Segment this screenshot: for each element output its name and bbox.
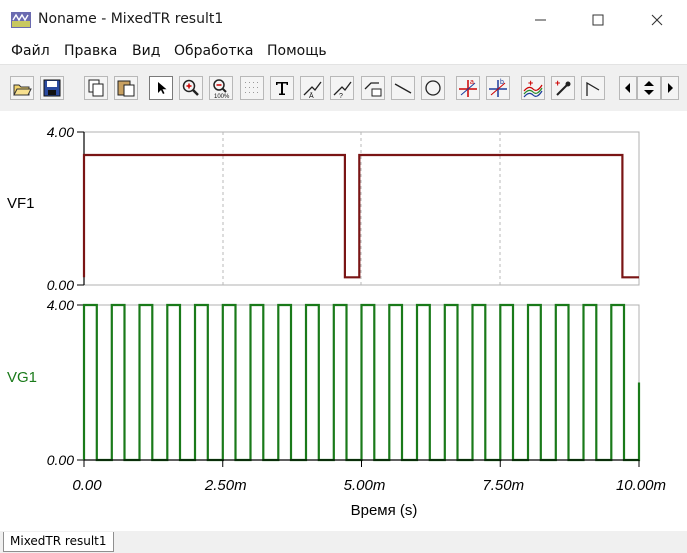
tool-a-icon: Ā <box>303 81 322 99</box>
zoom-100-icon: 100% <box>213 79 230 99</box>
tool-a-button[interactable]: Ā <box>300 76 324 100</box>
y-tick-label-top-vg1: 4.00 <box>47 297 74 313</box>
save-icon <box>43 79 61 97</box>
grid-icon <box>245 82 258 93</box>
y-tick-label-bottom-vf1: 0.00 <box>47 277 74 293</box>
nav-left-button[interactable] <box>619 76 637 100</box>
ellipse-icon <box>425 80 441 96</box>
y-tick-label-top-vf1: 4.00 <box>47 124 74 140</box>
x-tick-label: 5.00m <box>344 477 386 494</box>
app-icon <box>11 12 31 28</box>
window-title: Noname - MixedTR result1 <box>38 11 224 27</box>
menu-file[interactable]: Файл <box>11 43 50 59</box>
x-tick-label: 2.50m <box>204 477 247 494</box>
series-label-vg1: VG1 <box>7 369 37 386</box>
picker-button[interactable]: + <box>551 76 575 100</box>
series-label-vf1: VF1 <box>7 195 35 212</box>
copy-icon <box>88 79 104 97</box>
pointer-icon <box>158 82 167 94</box>
svg-text:b: b <box>500 79 504 86</box>
toolbar: 100% Ā ? a b + + <box>0 64 687 112</box>
ellipse-button[interactable] <box>421 76 445 100</box>
nav-right-icon <box>668 83 673 93</box>
svg-text:?: ? <box>339 93 343 99</box>
nav-updown-button[interactable] <box>637 76 661 100</box>
zoom-in-button[interactable] <box>179 76 203 100</box>
svg-text:Ā: Ā <box>309 92 314 99</box>
grid-button[interactable] <box>240 76 264 100</box>
curves-button[interactable]: + <box>521 76 545 100</box>
paste-icon <box>117 80 135 97</box>
result-tab[interactable]: MixedTR result1 <box>3 532 114 552</box>
waveform-chart[interactable]: 4.00 0.00 VF1 4.00 0.00 VG1 0.00 2.50m 5.0… <box>0 111 687 531</box>
menu-edit[interactable]: Правка <box>64 43 117 59</box>
cursor-a-button[interactable]: a <box>456 76 480 100</box>
angle-button[interactable] <box>581 76 605 100</box>
y-tick-label-bottom-vg1: 0.00 <box>47 452 74 468</box>
x-axis-label: Время (s) <box>351 502 418 519</box>
maximize-button[interactable] <box>569 0 627 40</box>
menu-help[interactable]: Помощь <box>267 43 327 59</box>
tool-b-button[interactable]: ? <box>330 76 354 100</box>
cursor-b-icon: b <box>489 79 507 97</box>
pointer-button[interactable] <box>149 76 173 100</box>
title-bar: Noname - MixedTR result1 <box>0 0 687 40</box>
text-icon <box>276 82 288 95</box>
nav-left-icon <box>625 83 630 93</box>
nav-right-button[interactable] <box>661 76 679 100</box>
zoom-100-button[interactable]: 100% <box>209 76 233 100</box>
cursor-b-button[interactable]: b <box>486 76 510 100</box>
status-bar: MixedTR result1 <box>0 531 687 553</box>
open-icon <box>13 84 32 96</box>
x-tick-label: 10.00m <box>616 477 666 494</box>
cursor-a-icon: a <box>459 79 477 97</box>
text-button[interactable] <box>270 76 294 100</box>
picker-icon: + <box>555 78 571 96</box>
x-tick-label: 0.00 <box>72 477 102 494</box>
angle-icon <box>586 81 600 96</box>
line-button[interactable] <box>391 76 415 100</box>
close-icon <box>651 14 663 26</box>
menu-view[interactable]: Вид <box>132 43 160 59</box>
tool-c-icon <box>364 82 382 97</box>
tool-c-button[interactable] <box>361 76 385 100</box>
svg-text:+: + <box>528 78 533 88</box>
svg-text:100%: 100% <box>214 94 230 99</box>
minimize-button[interactable] <box>511 0 569 40</box>
open-button[interactable] <box>10 76 34 100</box>
copy-button[interactable] <box>84 76 108 100</box>
line-icon <box>394 83 412 94</box>
maximize-icon <box>592 14 604 26</box>
svg-text:a: a <box>470 79 474 86</box>
close-button[interactable] <box>627 0 687 40</box>
tool-b-icon: ? <box>333 81 352 99</box>
panel-vg1: 4.00 0.00 VG1 <box>7 297 641 468</box>
trace-vg1 <box>82 303 641 462</box>
panel-vf1: 4.00 0.00 VF1 <box>7 124 640 293</box>
minimize-icon <box>535 19 546 21</box>
x-tick-label: 7.50m <box>482 477 524 494</box>
menu-bar: Файл Правка Вид Обработка Помощь <box>0 40 687 64</box>
svg-text:+: + <box>555 78 560 88</box>
save-button[interactable] <box>40 76 64 100</box>
nav-updown-icon <box>644 81 654 95</box>
zoom-in-icon <box>182 79 199 96</box>
paste-button[interactable] <box>114 76 138 100</box>
menu-process[interactable]: Обработка <box>174 43 254 59</box>
curves-icon: + <box>523 78 543 98</box>
x-ticks: 0.00 2.50m 5.00m 7.50m 10.00m <box>72 460 666 494</box>
plot-area: 4.00 0.00 VF1 4.00 0.00 VG1 0.00 2.50m 5.0… <box>0 111 687 531</box>
